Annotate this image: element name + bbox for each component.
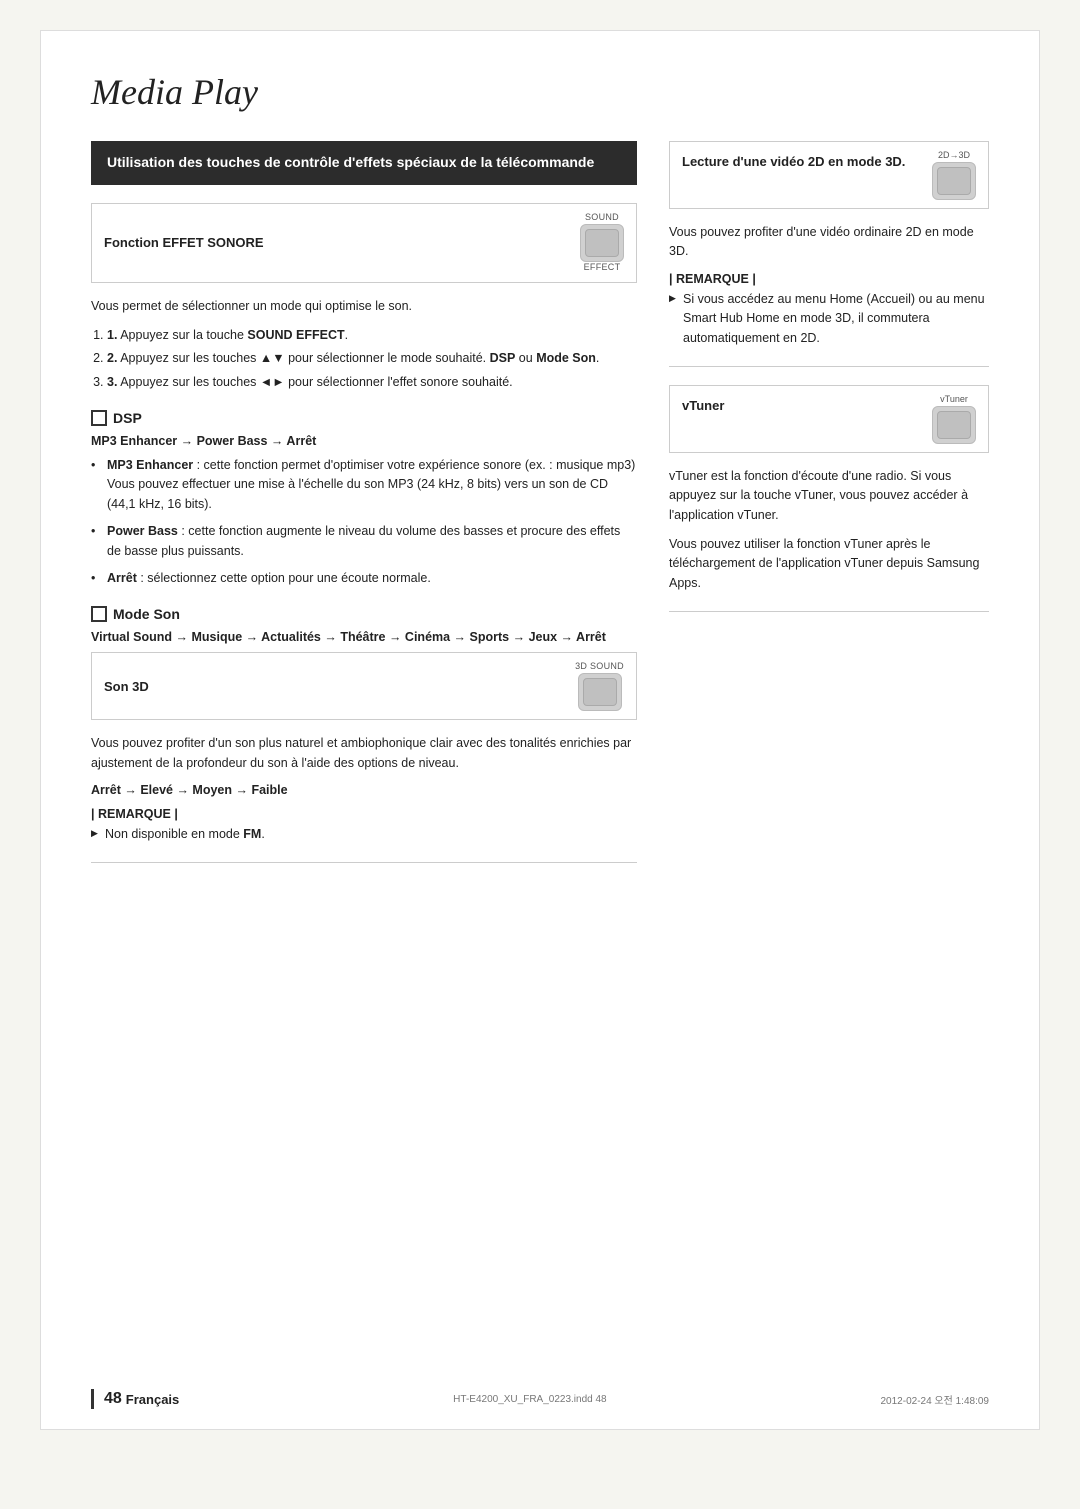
vtuner-btn-top-label: vTuner <box>940 394 968 404</box>
right-remarque-title: | REMARQUE | <box>669 272 989 286</box>
dsp-bullet-3: Arrêt : sélectionnez cette option pour u… <box>91 569 637 588</box>
footer-language: Français <box>126 1392 179 1407</box>
footer-file: HT-E4200_XU_FRA_0223.indd 48 <box>453 1394 606 1405</box>
son-3d-body: Vous pouvez profiter d'un son plus natur… <box>91 734 637 773</box>
right-divider-1 <box>669 366 989 367</box>
footer-page: 48 Français <box>91 1389 179 1409</box>
lecture-2d-3d-section: Lecture d'une vidéo 2D en mode 3D. 2D→3D… <box>669 141 989 348</box>
son-3d-btn-inner <box>583 678 617 706</box>
vtuner-btn-shape <box>932 406 976 444</box>
right-remarque-item: Si vous accédez au menu Home (Accueil) o… <box>669 290 989 348</box>
mode-son-title: Mode Son <box>91 606 637 622</box>
body-text-1: Vous permet de sélectionner un mode qui … <box>91 297 637 316</box>
son-3d-btn-top-label: 3D SOUND <box>575 661 624 671</box>
sound-effect-btn-bottom-label: EFFECT <box>584 262 621 272</box>
vtuner-section: vTuner vTuner vTuner est la fonction d'é… <box>669 385 989 593</box>
left-divider <box>91 862 637 863</box>
dsp-bullet-2: Power Bass : cette fonction augmente le … <box>91 522 637 561</box>
son-3d-btn-shape <box>578 673 622 711</box>
son-3d-button: 3D SOUND <box>575 661 624 711</box>
2d-3d-btn-shape <box>932 162 976 200</box>
son-3d-label: Son 3D <box>104 679 149 694</box>
footer-date: 2012-02-24 오전 1:48:09 <box>881 1392 989 1407</box>
mode-son-arrow: Virtual Sound → Musique → Actualités → T… <box>91 630 637 644</box>
remarque-box: | REMARQUE | Non disponible en mode FM. <box>91 807 637 844</box>
step-3: 3. Appuyez sur les touches ◄► pour sélec… <box>107 373 637 392</box>
2d-3d-button: 2D→3D <box>932 150 976 200</box>
right-column: Lecture d'une vidéo 2D en mode 3D. 2D→3D… <box>669 141 989 881</box>
sound-effect-btn-top-label: SOUND <box>585 212 619 222</box>
vtuner-body-1: vTuner est la fonction d'écoute d'une ra… <box>669 467 989 525</box>
vtuner-button: vTuner <box>932 394 976 444</box>
fonction-effet-sonore-label: Fonction EFFET SONORE <box>104 235 264 250</box>
vtuner-row: vTuner vTuner <box>669 385 989 453</box>
2d-3d-btn-top-label: 2D→3D <box>938 150 970 160</box>
dsp-arrow-chain: MP3 Enhancer → Power Bass → Arrêt <box>91 434 637 448</box>
left-column: Utilisation des touches de contrôle d'ef… <box>91 141 637 881</box>
footer-bar <box>91 1389 94 1409</box>
section-header: Utilisation des touches de contrôle d'ef… <box>91 141 637 185</box>
lecture-2d-3d-label: Lecture d'une vidéo 2D en mode 3D. <box>682 150 905 169</box>
remarque-title: | REMARQUE | <box>91 807 637 821</box>
lecture-2d-3d-row: Lecture d'une vidéo 2D en mode 3D. 2D→3D <box>669 141 989 209</box>
footer: 48 Français HT-E4200_XU_FRA_0223.indd 48… <box>91 1389 989 1409</box>
sound-effect-btn-inner <box>585 229 619 257</box>
footer-page-number: 48 <box>104 1390 122 1408</box>
dsp-bullet-1: MP3 Enhancer : cette fonction permet d'o… <box>91 456 637 514</box>
vtuner-btn-inner <box>937 411 971 439</box>
sound-effect-btn-shape <box>580 224 624 262</box>
vtuner-label: vTuner <box>682 394 724 413</box>
vtuner-body-2: Vous pouvez utiliser la fonction vTuner … <box>669 535 989 593</box>
fonction-effet-sonore-row: Fonction EFFET SONORE SOUND EFFECT <box>91 203 637 283</box>
page: Media Play Utilisation des touches de co… <box>40 30 1040 1430</box>
son-3d-arrow: Arrêt → Elevé → Moyen → Faible <box>91 783 637 797</box>
right-divider-2 <box>669 611 989 612</box>
step-2: 2. Appuyez sur les touches ▲▼ pour sélec… <box>107 349 637 368</box>
lecture-2d-3d-body: Vous pouvez profiter d'une vidéo ordinai… <box>669 223 989 262</box>
step-1: 1. Appuyez sur la touche SOUND EFFECT. <box>107 326 637 345</box>
remarque-item: Non disponible en mode FM. <box>91 825 637 844</box>
page-title: Media Play <box>91 71 989 113</box>
sound-effect-button: SOUND EFFECT <box>580 212 624 274</box>
steps-list: 1. Appuyez sur la touche SOUND EFFECT. 2… <box>107 326 637 392</box>
dsp-bullets: MP3 Enhancer : cette fonction permet d'o… <box>91 456 637 588</box>
son-3d-row: Son 3D 3D SOUND <box>91 652 637 720</box>
right-remarque-box: | REMARQUE | Si vous accédez au menu Hom… <box>669 272 989 348</box>
2d-3d-btn-inner <box>937 167 971 195</box>
dsp-title: DSP <box>91 410 637 426</box>
